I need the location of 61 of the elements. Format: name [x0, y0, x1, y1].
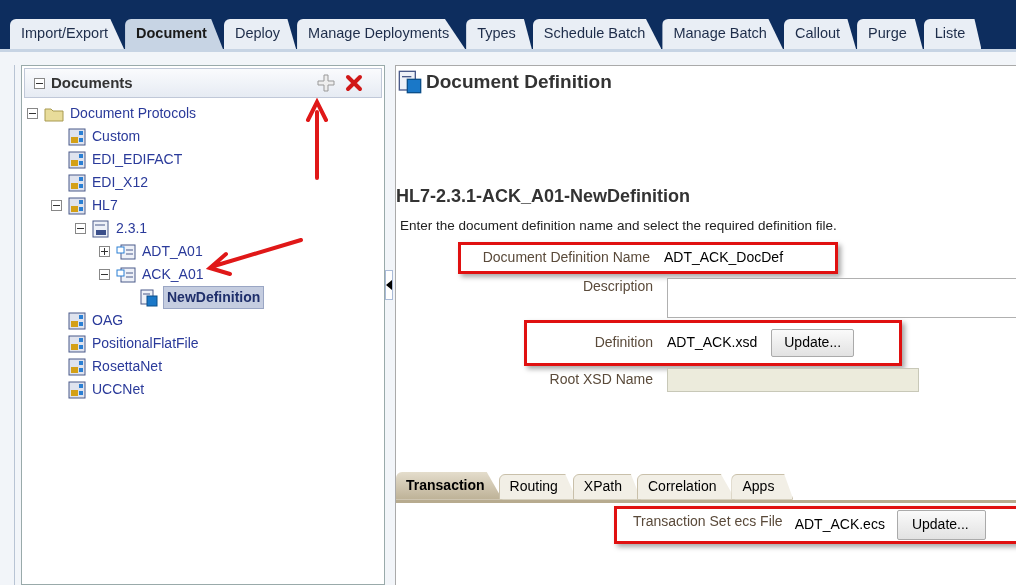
version-icon: [92, 219, 110, 238]
collapse-icon[interactable]: [27, 108, 38, 119]
update-button[interactable]: Update...: [896, 509, 986, 540]
document-type-icon: [68, 173, 86, 192]
definition-heading: HL7-2.3.1-ACK_A01-NewDefinition: [396, 184, 692, 208]
tree-item[interactable]: PositionalFlatFile: [91, 333, 200, 354]
field-label: Document Definition Name: [481, 248, 650, 268]
document-type-icon: [68, 150, 86, 169]
instructions-text: Enter the document definition name and select the required definition file.: [400, 216, 838, 235]
document-type-icon: [68, 357, 86, 376]
main-tab[interactable]: Purge: [857, 19, 923, 49]
description-field[interactable]: [667, 277, 1016, 318]
update-button[interactable]: Update...: [771, 328, 855, 357]
collapse-icon[interactable]: [34, 77, 45, 89]
definition-value: ADT_ACK.xsd: [667, 333, 758, 353]
panel-title: Documents: [51, 72, 133, 93]
field-label: Root XSD Name: [548, 370, 653, 390]
folder-icon: [44, 105, 64, 122]
field-label: Definition: [593, 333, 653, 353]
collapse-icon[interactable]: [99, 269, 110, 280]
main-tab[interactable]: Callout: [783, 19, 857, 49]
main-tab[interactable]: Manage Batch: [662, 19, 783, 49]
document-type-icon: [68, 380, 86, 399]
main-tab[interactable]: Import/Export: [10, 19, 125, 49]
document-type-icon: [68, 127, 86, 146]
tree-item[interactable]: EDI_X12: [91, 172, 150, 193]
field-label: Transaction Set ecs File: [633, 511, 783, 531]
tree-item[interactable]: HL7: [91, 195, 119, 216]
collapse-icon[interactable]: [51, 200, 62, 211]
document-icon: [116, 266, 136, 283]
main-tab[interactable]: Deploy: [223, 19, 297, 49]
tree-item[interactable]: ACK_A01: [141, 264, 205, 285]
document-type-icon: [68, 196, 86, 215]
definition-icon: [398, 70, 422, 95]
name-value[interactable]: ADT_ACK_DocDef: [664, 247, 784, 269]
sub-tab[interactable]: Apps: [731, 473, 794, 500]
document-type-icon: [68, 334, 86, 353]
main-tab[interactable]: Liste: [923, 19, 982, 49]
ecs-value: ADT_ACK.ecs: [794, 515, 885, 535]
page-title: Document Definition: [426, 70, 612, 94]
delete-icon[interactable]: [345, 74, 363, 92]
tree-item[interactable]: 2.3.1: [115, 218, 149, 239]
field-label: Description: [581, 276, 653, 296]
tree-item[interactable]: UCCNet: [91, 379, 146, 400]
tree-item[interactable]: EDI_EDIFACT: [91, 149, 184, 170]
tree-item[interactable]: NewDefinition: [163, 286, 265, 309]
main-tab[interactable]: Schedule Batch: [532, 19, 662, 49]
tree-item[interactable]: Custom: [91, 126, 142, 147]
definition-icon: [140, 288, 158, 307]
expand-icon[interactable]: [99, 246, 110, 257]
main-tab[interactable]: Document: [125, 19, 223, 49]
tree-item[interactable]: ADT_A01: [141, 241, 204, 262]
tree-item[interactable]: RosettaNet: [91, 356, 164, 377]
collapse-splitter-icon[interactable]: [385, 270, 393, 300]
main-tab[interactable]: Manage Deployments: [297, 19, 466, 49]
collapse-icon[interactable]: [75, 223, 86, 234]
tree-item[interactable]: Document Protocols: [69, 103, 198, 124]
document-icon: [116, 243, 136, 260]
tree-item[interactable]: OAG: [91, 310, 125, 331]
main-tab[interactable]: Types: [466, 19, 532, 49]
document-type-icon: [68, 311, 86, 330]
